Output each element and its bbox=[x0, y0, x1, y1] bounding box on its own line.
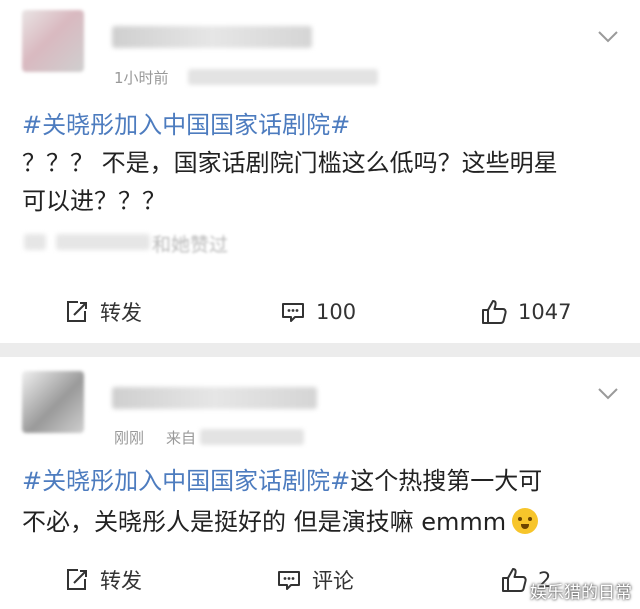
source-blurred bbox=[200, 429, 304, 445]
post-text-segment: 这个热搜第一大可 bbox=[350, 467, 543, 495]
post-separator bbox=[0, 343, 640, 357]
comment-button[interactable]: 评论 bbox=[276, 555, 354, 605]
comment-button[interactable]: 100 bbox=[280, 287, 356, 337]
post-text-segment: 不必，关晓彤人是挺好的 但是演技嘛 emmm bbox=[22, 508, 507, 536]
sweat-smile-emoji bbox=[512, 508, 539, 534]
watermark: 娱乐猎的日常 bbox=[530, 583, 632, 603]
comment-icon bbox=[278, 571, 300, 590]
post-text-line: 可以进？？？ bbox=[22, 187, 166, 215]
repost-label: 转发 bbox=[100, 569, 142, 593]
topic-link[interactable]: #关晓彤加入中国国家话剧院# bbox=[22, 467, 350, 495]
liked-by-line[interactable]: 和她赞过 bbox=[22, 228, 262, 256]
username-blurred[interactable] bbox=[112, 387, 317, 409]
chevron-down-icon[interactable] bbox=[597, 387, 619, 401]
repost-button[interactable]: 转发 bbox=[64, 555, 142, 605]
avatar[interactable] bbox=[22, 10, 84, 72]
comment-count: 100 bbox=[316, 300, 357, 324]
post-time: 刚刚 bbox=[114, 429, 145, 447]
action-bar: 转发 100 1047 bbox=[0, 287, 640, 337]
post-text-line: 不必，关晓彤人是挺好的 但是演技嘛 emmm bbox=[22, 502, 539, 542]
chevron-down-icon[interactable] bbox=[597, 30, 619, 44]
source-blurred bbox=[188, 69, 378, 85]
repost-button[interactable]: 转发 bbox=[64, 287, 142, 337]
source-prefix: 来自 bbox=[166, 429, 197, 447]
repost-icon bbox=[67, 301, 87, 322]
like-icon bbox=[482, 300, 507, 324]
post-text-line: ？？？ 不是，国家话剧院门槛这么低吗？这些明星 bbox=[22, 149, 558, 177]
like-count: 1047 bbox=[518, 300, 572, 324]
topic-link[interactable]: #关晓彤加入中国国家话剧院# bbox=[22, 111, 350, 139]
avatar[interactable] bbox=[22, 371, 84, 433]
repost-icon bbox=[67, 569, 87, 590]
like-button[interactable]: 1047 bbox=[480, 287, 571, 337]
liked-by-text: 和她赞过 bbox=[152, 234, 229, 256]
username-blurred[interactable] bbox=[112, 26, 312, 48]
like-icon bbox=[502, 568, 527, 592]
post-time: 1小时前 bbox=[114, 69, 169, 87]
weibo-post-2: 刚刚 来自 #关晓彤加入中国国家话剧院#这个热搜第一大可 不必，关晓彤人是挺好的… bbox=[0, 357, 640, 609]
repost-label: 转发 bbox=[100, 301, 142, 325]
post-text-line: #关晓彤加入中国国家话剧院# bbox=[22, 105, 350, 145]
comment-icon bbox=[282, 303, 304, 322]
post-text-line: #关晓彤加入中国国家话剧院#这个热搜第一大可 bbox=[22, 461, 542, 501]
weibo-post-1: 1小时前 #关晓彤加入中国国家话剧院# ？？？ 不是，国家话剧院门槛这么低吗？这… bbox=[0, 0, 640, 343]
comment-label: 评论 bbox=[312, 569, 354, 593]
